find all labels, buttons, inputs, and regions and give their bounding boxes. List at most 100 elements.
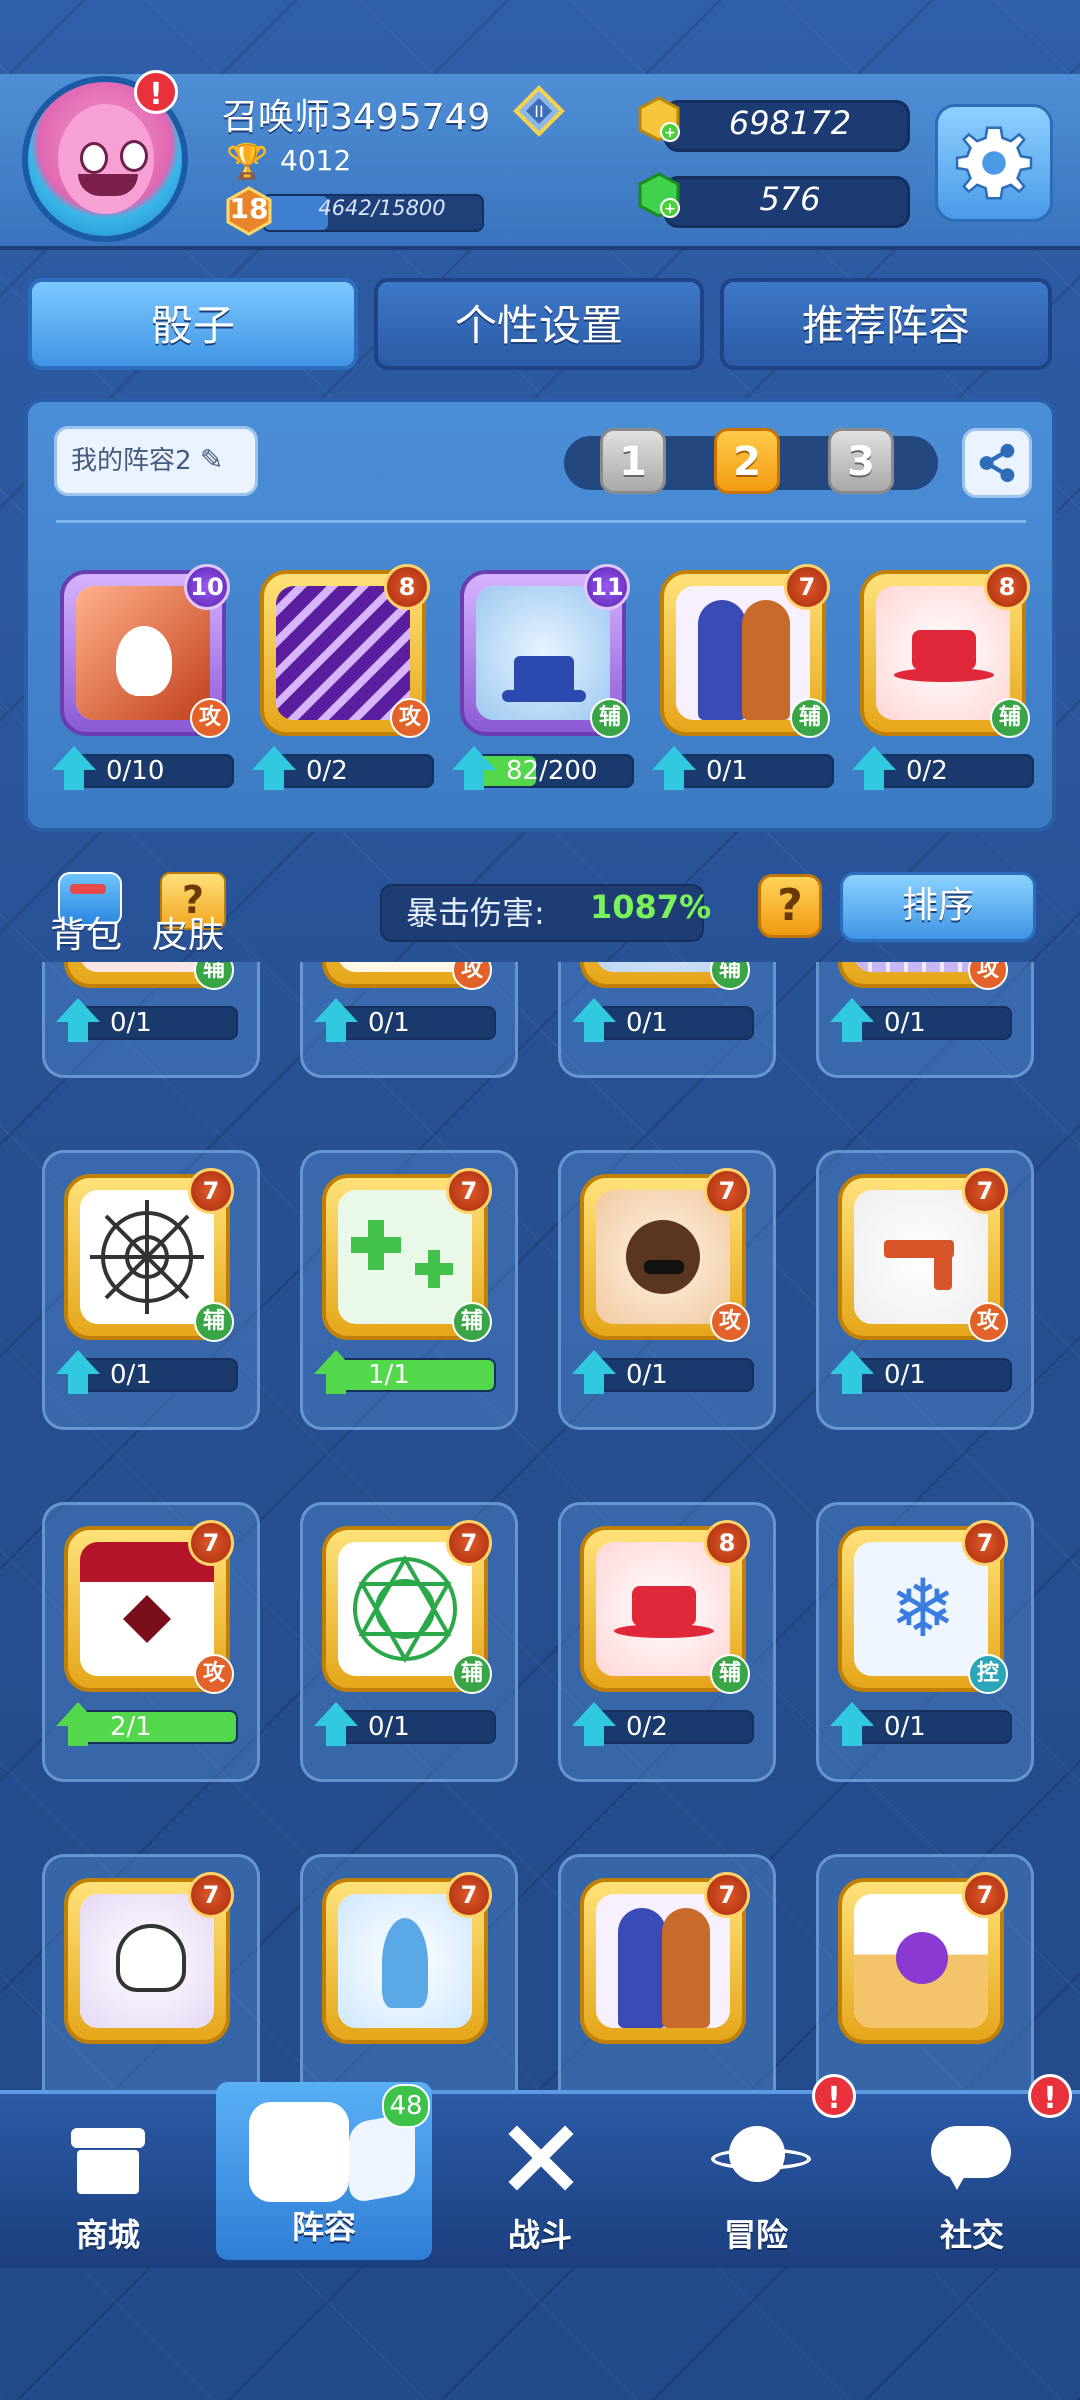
deck-name: 我的阵容2 [71, 446, 192, 476]
gem-amount: 576 [759, 180, 821, 218]
card-level-badge: 7 [704, 1168, 750, 1214]
shuriken-blood-icon [80, 1542, 214, 1676]
green-cross-icon [338, 1190, 472, 1324]
deck-page-1[interactable]: 1 [600, 428, 666, 494]
card-progress-text: 0/2 [306, 756, 348, 786]
share-icon [979, 443, 1015, 483]
card-level-badge: 7 [962, 1168, 1008, 1214]
deck-page-3[interactable]: 3 [828, 428, 894, 494]
magic-hat-icon [476, 586, 610, 720]
edit-pencil-icon: ✎ [199, 443, 224, 476]
purple-slash-icon [276, 586, 410, 720]
nav-count-badge: 48 [382, 2084, 430, 2128]
nav-shop[interactable]: 商城 [0, 2090, 216, 2264]
card-level-badge: 7 [188, 1872, 234, 1918]
chat-icon [927, 2118, 1017, 2198]
card-type-badge: 辅 [710, 1654, 750, 1694]
shop-icon [63, 2118, 153, 2198]
upgrade-arrow-stem [464, 768, 484, 790]
bottom-spacer [0, 2264, 1080, 2400]
crit-damage-value: 1087% [590, 888, 712, 926]
card-level-badge: 7 [962, 1872, 1008, 1918]
card-level-badge: 10 [184, 564, 230, 610]
upgrade-arrow-stem [584, 1020, 604, 1042]
gold-coin-icon[interactable]: + [636, 96, 682, 142]
bomb-icon [854, 1894, 988, 2028]
deck-divider [56, 520, 1026, 523]
card-type-badge: 控 [968, 1654, 1008, 1694]
ice-spirit-icon [338, 1894, 472, 2028]
upgrade-arrow-stem [68, 1020, 88, 1042]
skin-label[interactable]: 皮肤 [152, 906, 224, 958]
card-progress-text: 82/200 [506, 756, 598, 786]
upgrade-arrow-stem [326, 1020, 346, 1042]
card-progress-text: 0/1 [884, 1008, 926, 1038]
gold-amount: 698172 [728, 104, 852, 142]
upgrade-arrow-icon [652, 746, 696, 770]
upgrade-arrow-stem [64, 768, 84, 790]
card-level-badge: 7 [446, 1520, 492, 1566]
bag-label[interactable]: 背包 [50, 906, 122, 958]
card-progress-text: 0/1 [626, 1008, 668, 1038]
upgrade-arrow-icon [56, 1702, 100, 1726]
twin-silhouette-icon [596, 1894, 730, 2028]
upgrade-arrow-stem [326, 1372, 346, 1394]
card-progress-text: 0/2 [626, 1712, 668, 1742]
nav-label: 社交 [939, 2216, 1004, 2254]
nav-label: 冒险 [723, 2216, 788, 2254]
trophy-icon: 🏆 [226, 142, 269, 182]
share-button[interactable] [962, 428, 1032, 498]
card-level-badge: 7 [446, 1872, 492, 1918]
help-button[interactable]: ? [758, 874, 822, 938]
card-progress-text: 2/1 [110, 1712, 152, 1742]
upgrade-arrow-stem [68, 1372, 88, 1394]
upgrade-arrow-icon [252, 746, 296, 770]
xp-text: 4642/15800 [318, 196, 446, 220]
gem-icon[interactable]: + [636, 172, 682, 218]
sort-button[interactable]: 排序 [840, 872, 1036, 942]
tab-dice[interactable]: 骰子 [28, 278, 358, 370]
upgrade-arrow-stem [664, 768, 684, 790]
card-type-badge: 辅 [452, 1302, 492, 1342]
card-progress-text: 0/1 [368, 1008, 410, 1038]
upgrade-arrow-stem [584, 1372, 604, 1394]
card-progress-text: 0/1 [884, 1712, 926, 1742]
planet-icon [711, 2118, 811, 2198]
upgrade-arrow-icon [452, 746, 496, 770]
deck-page-2[interactable]: 2 [714, 428, 780, 494]
card-level-badge: 7 [188, 1168, 234, 1214]
card-type-badge: 辅 [790, 698, 830, 738]
upgrade-arrow-icon [572, 1350, 616, 1374]
card-progress-text: 1/1 [368, 1360, 410, 1390]
gear-icon [955, 126, 1033, 200]
twin-silhouette-icon [676, 586, 810, 720]
revolver-icon [854, 1190, 988, 1324]
red-hat-icon [876, 586, 1010, 720]
deck-name-button[interactable]: 我的阵容2 ✎ [54, 426, 258, 496]
upgrade-arrow-icon [314, 1350, 358, 1374]
tab-recommended-decks[interactable]: 推荐阵容 [720, 278, 1052, 370]
settings-button[interactable] [935, 104, 1053, 222]
upgrade-arrow-stem [264, 768, 284, 790]
card-type-badge: 辅 [590, 698, 630, 738]
magic-circle-icon [338, 1542, 472, 1676]
nav-chat[interactable]: 社交! [864, 2074, 1080, 2264]
nav-crossed-swords[interactable]: 战斗 [432, 2090, 648, 2264]
tab-personalization[interactable]: 个性设置 [374, 278, 704, 370]
crit-damage-label: 暴击伤害: [406, 894, 545, 932]
nav-planet[interactable]: 冒险! [648, 2074, 864, 2264]
nav-dice[interactable]: 阵容 48 [216, 2082, 432, 2260]
card-level-badge: 7 [446, 1168, 492, 1214]
upgrade-arrow-stem [326, 1724, 346, 1746]
card-type-badge: 攻 [710, 1302, 750, 1342]
card-progress-text: 0/2 [906, 756, 948, 786]
card-progress-text: 0/10 [106, 756, 165, 786]
upgrade-arrow-icon [314, 1702, 358, 1726]
svg-text:+: + [664, 201, 676, 217]
card-progress-text: 0/1 [626, 1360, 668, 1390]
card-level-badge: 7 [784, 564, 830, 610]
svg-text:+: + [664, 125, 676, 141]
card-level-badge: 7 [704, 1872, 750, 1918]
upgrade-arrow-stem [842, 1020, 862, 1042]
upgrade-arrow-icon [830, 998, 874, 1022]
